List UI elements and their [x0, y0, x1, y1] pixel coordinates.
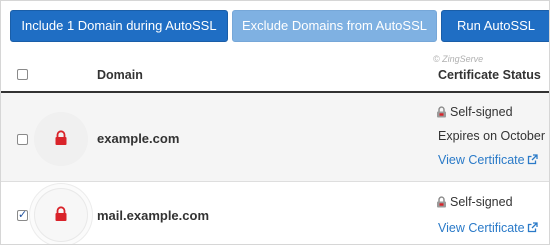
row-checkbox[interactable]: [17, 134, 28, 145]
padlock-icon: [55, 130, 67, 145]
certificate-status: Self-signed: [436, 105, 513, 119]
padlock-icon: [55, 206, 67, 221]
domain-name: example.com: [97, 131, 180, 146]
domain-name: mail.example.com: [97, 208, 209, 223]
view-certificate-link[interactable]: View Certificate: [438, 221, 538, 235]
status-lock-icon: [437, 106, 446, 118]
include-domain-autossl-button[interactable]: Include 1 Domain during AutoSSL: [10, 10, 228, 42]
table-row: mail.example.com Self-signed View Certif…: [1, 182, 549, 244]
lock-badge: [34, 112, 88, 166]
exclude-domains-autossl-button[interactable]: Exclude Domains from AutoSSL: [232, 10, 437, 42]
column-header-certificate-status[interactable]: Certificate Status: [438, 68, 541, 82]
view-certificate-label: View Certificate: [438, 153, 525, 167]
external-link-icon: [527, 154, 538, 165]
row-checkbox[interactable]: [17, 208, 28, 221]
view-certificate-link[interactable]: View Certificate: [438, 153, 538, 167]
autossl-panel: Include 1 Domain during AutoSSL Exclude …: [0, 0, 550, 245]
run-autossl-button[interactable]: Run AutoSSL: [441, 10, 549, 42]
view-certificate-label: View Certificate: [438, 221, 525, 235]
expiry-text: Expires on October: [438, 129, 545, 143]
column-header-domain[interactable]: Domain: [97, 68, 143, 82]
external-link-icon: [527, 222, 538, 233]
select-all-checkbox[interactable]: [17, 69, 28, 80]
status-text: Self-signed: [450, 105, 513, 119]
watermark: © ZingServe: [433, 54, 484, 64]
status-text: Self-signed: [450, 195, 513, 209]
table-row: example.com Self-signed Expires on Octob…: [1, 93, 549, 182]
status-lock-icon: [437, 196, 446, 208]
table-header: © ZingServe Domain Certificate Status: [1, 54, 549, 93]
certificate-status: Self-signed: [436, 195, 513, 209]
lock-badge: [34, 188, 88, 242]
